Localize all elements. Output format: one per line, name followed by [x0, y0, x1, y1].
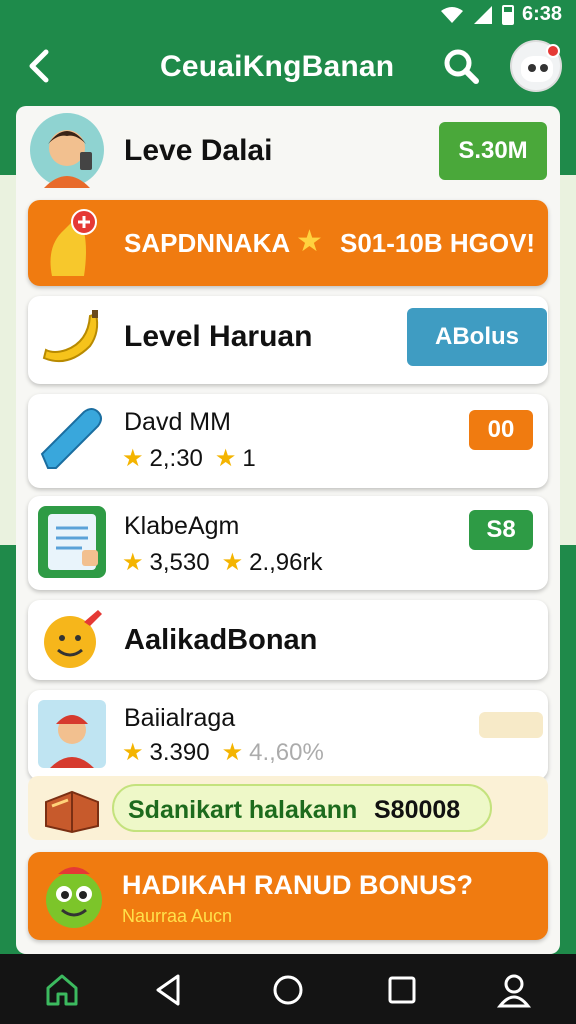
reward-pill[interactable]: Sdanikart halakann S80008: [112, 784, 492, 832]
status-bar: 6:38: [0, 0, 576, 30]
star-icon: ★: [296, 225, 323, 258]
banana-icon: [42, 310, 99, 362]
list-item[interactable]: AalikadBonan: [28, 600, 548, 680]
star-icon: ★: [122, 445, 144, 472]
clock: 6:38: [521, 3, 562, 25]
bonus-subtitle: Naurraa Aucn: [122, 906, 233, 926]
list-item-title: KlabeAgm: [124, 512, 240, 540]
header-row-button[interactable]: S.30M: [439, 122, 547, 180]
stat-value: 2,:30: [149, 444, 203, 472]
book-icon: [45, 790, 99, 834]
stat-value: 1: [242, 444, 256, 472]
wifi-icon: [440, 6, 463, 23]
bonus-banner[interactable]: HADIKAH RANUD BONUS? Naurraa Aucn: [28, 852, 548, 940]
list-item-stats: ★ 2,:30 ★ 1: [122, 444, 256, 473]
emoji-icon: [44, 610, 102, 668]
promo-banner[interactable]: SAPDNNAKA ★ S01-10B HGOV!: [28, 200, 548, 286]
list-item-stats: ★ 3.390 ★ 4.,60%: [122, 738, 324, 767]
list-item[interactable]: Davd MM ★ 2,:30 ★ 1 00: [28, 394, 548, 488]
back-nav-icon[interactable]: [152, 972, 188, 1008]
content-panel: Leve Dalai S.30M SAPDNNAKA ★ S01-10B HGO…: [16, 106, 560, 954]
level-row[interactable]: Level Haruan ABolus: [28, 296, 548, 384]
back-arrow-icon[interactable]: [24, 48, 56, 84]
signal-icon: [473, 5, 492, 24]
level-row-title: Level Haruan: [124, 320, 313, 353]
stat-value: 4.,60%: [249, 738, 324, 766]
stat-value: 3,530: [149, 548, 210, 576]
list-item[interactable]: KlabeAgm ★ 3,530 ★ 2.,96rk S8: [28, 496, 548, 590]
notification-badge: [546, 44, 560, 58]
list-item-title: AalikadBonan: [124, 624, 318, 656]
person-avatar-icon: [30, 113, 104, 188]
bottom-navigation: [0, 954, 576, 1024]
star-icon: ★: [221, 549, 244, 576]
home-icon[interactable]: [44, 972, 80, 1008]
avatar-icon[interactable]: [510, 40, 562, 92]
clipboard-icon: [38, 506, 106, 578]
promo-icon: [50, 209, 97, 276]
star-icon: ★: [221, 739, 244, 766]
list-item[interactable]: Baiialraga ★ 3.390 ★ 4.,60%: [28, 690, 548, 780]
app-title: CeuaiKngBanan: [160, 50, 395, 83]
bonus-title: HADIKAH RANUD BONUS?: [122, 870, 473, 900]
list-item-button[interactable]: [479, 712, 543, 738]
level-row-button[interactable]: ABolus: [407, 308, 547, 366]
list-item-title: Baiialraga: [124, 704, 236, 732]
stat-value: 2.,96rk: [249, 548, 323, 576]
star-icon: ★: [122, 739, 144, 766]
promo-right-text: S01-10B HGOV!: [340, 228, 536, 258]
app-bar: CeuaiKngBanan: [0, 30, 576, 105]
list-item-stats: ★ 3,530 ★ 2.,96rk: [122, 548, 322, 577]
promo-left-text: SAPDNNAKA: [124, 228, 291, 258]
mascot-icon: [46, 867, 102, 928]
star-icon: ★: [214, 445, 237, 472]
circle-home-icon[interactable]: [270, 972, 306, 1008]
list-item-button[interactable]: 00: [469, 410, 533, 450]
stat-value: 3.390: [149, 738, 210, 766]
profile-icon[interactable]: [496, 972, 532, 1008]
list-item-title: Davd MM: [124, 408, 231, 436]
header-row-title: Leve Dalai: [124, 134, 273, 167]
reward-strip: Sdanikart halakann S80008: [28, 776, 548, 840]
header-row: Leve Dalai S.30M: [16, 106, 560, 194]
star-icon: ★: [122, 549, 144, 576]
reward-pill-text: Sdanikart halakann: [128, 796, 358, 824]
search-icon[interactable]: [440, 46, 484, 86]
recent-apps-icon[interactable]: [384, 972, 420, 1008]
pencil-icon: [40, 408, 102, 469]
reward-pill-amount: S80008: [374, 796, 461, 824]
person-icon: [38, 700, 106, 768]
list-item-button[interactable]: S8: [469, 510, 533, 550]
battery-icon: [501, 4, 514, 25]
